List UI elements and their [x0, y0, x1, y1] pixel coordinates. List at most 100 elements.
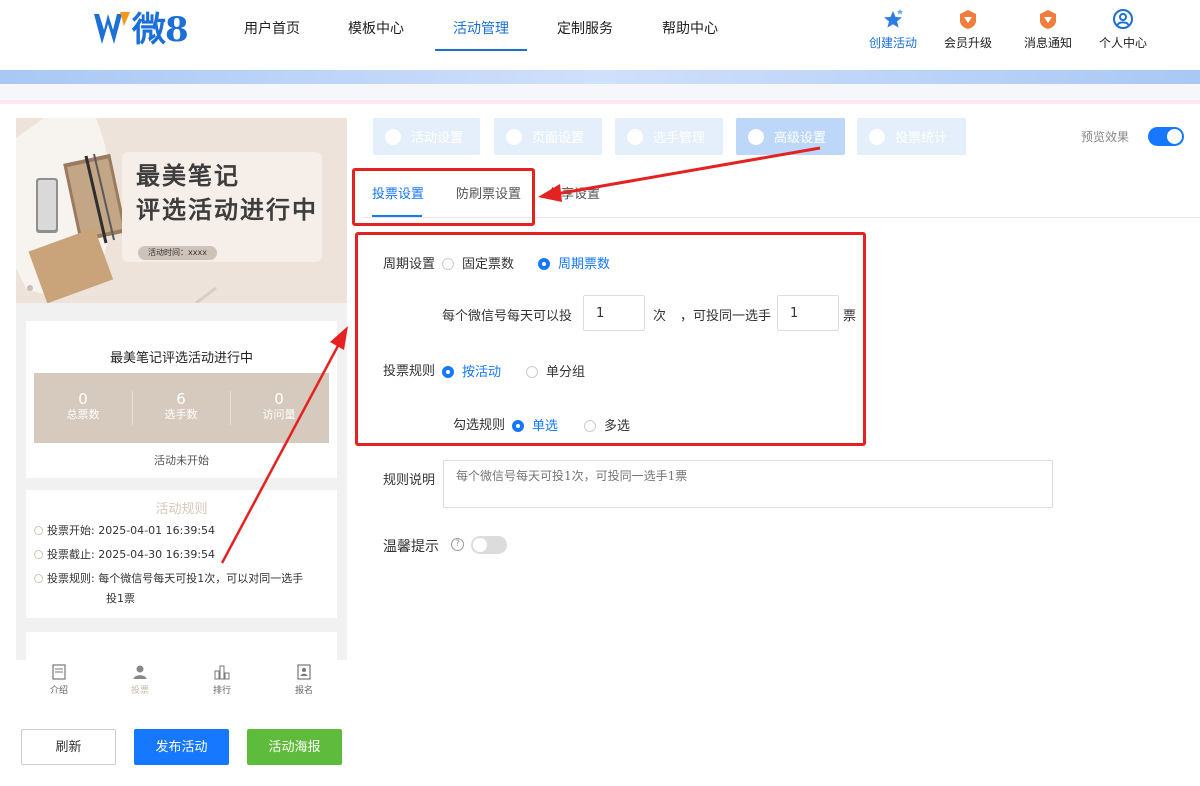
radio-label: 按活动 — [462, 365, 502, 380]
star-icon — [884, 9, 903, 28]
tab-label: 报名 — [294, 686, 313, 696]
clock-icon — [34, 550, 43, 559]
notifications-button[interactable]: 消息通知 — [1013, 8, 1083, 51]
radio-single-select[interactable]: 单选 — [512, 415, 558, 434]
subtab-anti-fraud-settings[interactable]: 防刷票设置 — [456, 183, 521, 202]
subtab-vote-settings[interactable]: 投票设置 — [372, 183, 424, 202]
subtab-share-settings[interactable]: 分享设置 — [548, 183, 600, 202]
personal-center-button[interactable]: 个人中心 — [1088, 8, 1158, 51]
per-day-label: 每个微信号每天可以投 — [442, 309, 573, 324]
preview-toggle-label: 预览效果 — [1081, 130, 1130, 144]
stat-label: 选手数 — [164, 408, 198, 421]
tab-label: 投票 — [130, 686, 149, 696]
vip-upgrade-button[interactable]: 会员升级 — [933, 8, 1003, 51]
step-player-management[interactable]: 选手管理 — [615, 118, 723, 155]
radio-dot — [442, 258, 454, 270]
radio-periodic-votes[interactable]: 周期票数 — [538, 253, 610, 272]
person-icon — [133, 665, 147, 679]
nav-templates[interactable]: 模板中心 — [348, 18, 404, 40]
step-label: 活动设置 — [411, 131, 464, 146]
times-unit: 次 — [653, 309, 667, 324]
nav-home[interactable]: 用户首页 — [244, 18, 300, 40]
banner-time-badge: 活动时间：xxxx — [138, 246, 217, 260]
activity-status: 活动未开始 — [154, 454, 209, 467]
rule-vote-rule: 投票规则: 每个微信号每天可投1次，可以对同一选手 — [34, 570, 303, 588]
user-circle-icon — [1113, 9, 1133, 29]
rule-value: 2025-04-30 16:39:54 — [98, 548, 216, 561]
stat-value: 0 — [78, 390, 88, 408]
activity-title: 最美笔记评选活动进行中 — [109, 351, 253, 366]
radio-label: 单分组 — [546, 365, 586, 380]
step-activity-settings[interactable]: 活动设置 — [373, 118, 480, 155]
document-icon — [52, 664, 66, 680]
rule-vote-end: 投票截止: 2025-04-30 16:39:54 — [34, 546, 215, 564]
nav-active-indicator — [435, 49, 527, 51]
refresh-button[interactable]: 刷新 — [21, 729, 116, 765]
stat-label: 总票数 — [66, 408, 100, 421]
tab-ranking[interactable]: 排行 — [197, 664, 247, 696]
sliders-icon — [748, 129, 764, 145]
activity-poster-button[interactable]: 活动海报 — [247, 729, 342, 765]
step-advanced-settings[interactable]: 高级设置 — [736, 118, 845, 155]
mobile-preview[interactable]: 最美笔记 评选活动进行中 活动时间：xxxx 最美笔记评选活动进行中 0 总票数… — [16, 118, 347, 660]
radio-by-activity[interactable]: 按活动 — [442, 361, 501, 380]
step-page-settings[interactable]: 页面设置 — [494, 118, 602, 155]
tab-vote[interactable]: 投票 — [115, 664, 165, 696]
nav-help-center[interactable]: 帮助中心 — [662, 18, 718, 40]
activity-banner: 最美笔记 评选活动进行中 活动时间：xxxx — [16, 118, 347, 303]
votes-per-day-input[interactable] — [583, 295, 645, 331]
select-rule-label: 勾选规则 — [453, 418, 506, 433]
vip-upgrade-label: 会员升级 — [943, 36, 992, 50]
rule-label: 投票开始: — [47, 524, 95, 537]
activity-rules-card: 活动规则 投票开始: 2025-04-01 16:39:54 投票截止: 202… — [26, 490, 337, 618]
banner-title-line1: 最美笔记 — [136, 161, 240, 190]
banner-title-line2: 评选活动进行中 — [136, 195, 318, 224]
person-icon — [627, 129, 643, 145]
heart-icon — [385, 129, 401, 145]
rule-value-continued: 投1票 — [106, 592, 135, 605]
publish-activity-button[interactable]: 发布活动 — [134, 729, 229, 765]
step-label: 投票统计 — [895, 131, 948, 146]
create-activity-label: 创建活动 — [868, 36, 917, 50]
nav-custom-service[interactable]: 定制服务 — [557, 18, 613, 40]
rule-label: 投票规则: — [47, 572, 95, 585]
create-activity-button[interactable]: 创建活动 — [858, 8, 928, 51]
warm-tip-toggle[interactable] — [471, 536, 507, 554]
radio-dot — [584, 420, 596, 432]
logo[interactable]: 微8 — [92, 10, 192, 52]
tab-signup[interactable]: 报名 — [279, 664, 329, 696]
radio-single-group[interactable]: 单分组 — [526, 361, 585, 380]
top-navigation: 微8 用户首页 模板中心 活动管理 定制服务 帮助中心 创建活动 会员升级 消息… — [0, 0, 1200, 70]
radio-multi-select[interactable]: 多选 — [584, 415, 630, 434]
preview-toggle[interactable] — [1148, 127, 1184, 146]
radio-fixed-votes[interactable]: 固定票数 — [442, 253, 514, 272]
nav-activity-management[interactable]: 活动管理 — [453, 18, 509, 40]
radio-dot — [512, 420, 524, 432]
logo-text: 微8 — [132, 10, 189, 50]
bell-badge-icon — [1040, 10, 1056, 29]
stat-visits: 0 访问量 — [230, 391, 328, 422]
stat-players: 6 选手数 — [132, 391, 230, 422]
logo-w-icon — [94, 12, 130, 44]
step-vote-statistics[interactable]: 投票统计 — [857, 118, 966, 155]
help-icon[interactable]: ? — [451, 538, 464, 551]
tab-intro[interactable]: 介绍 — [34, 664, 84, 696]
stat-label: 访问量 — [262, 408, 296, 421]
rule-description-label: 规则说明 — [383, 473, 436, 488]
rule-vote-start: 投票开始: 2025-04-01 16:39:54 — [34, 522, 215, 540]
tab-label: 介绍 — [49, 686, 68, 696]
period-settings-label: 周期设置 — [383, 257, 436, 272]
decorative-band-pink — [0, 100, 1200, 104]
rule-description-textarea[interactable] — [443, 460, 1053, 508]
tab-label: 排行 — [212, 686, 231, 696]
votes-per-player-input[interactable] — [777, 295, 839, 331]
page-icon — [506, 129, 522, 145]
step-label: 高级设置 — [774, 131, 827, 146]
bar-chart-icon — [214, 665, 230, 680]
preview-extra-card — [26, 632, 337, 660]
subtab-active-indicator — [372, 215, 422, 217]
radio-dot — [442, 366, 454, 378]
clock-icon — [34, 526, 43, 535]
same-player-label: ，可投同一选手 — [680, 309, 772, 324]
vote-rule-label: 投票规则 — [383, 364, 436, 379]
